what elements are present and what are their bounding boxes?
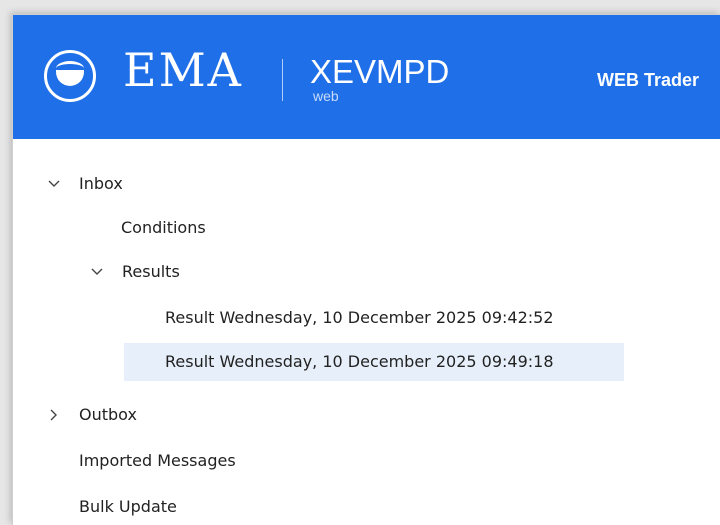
tree-node-label: Conditions [121,218,206,237]
product-subtitle: web [313,88,339,104]
tree-node-results[interactable]: Results [87,253,287,291]
ema-logo-icon[interactable] [44,50,96,102]
tree-node-conditions[interactable]: Conditions [121,209,321,247]
chevron-right-icon[interactable] [47,408,61,422]
tree-node-label: Outbox [79,405,137,424]
tree-node-label: Imported Messages [79,451,236,470]
tree-node-bulk-update[interactable]: Bulk Update [79,488,339,525]
tree-node-result-item[interactable]: Result Wednesday, 10 December 2025 09:49… [124,343,624,381]
app-header: EMA XEVMPD web WEB Trader [13,15,720,139]
tree-node-outbox[interactable]: Outbox [43,396,243,434]
brand-name: EMA [123,43,243,97]
tree-node-inbox[interactable]: Inbox [43,165,243,203]
tree-node-label: Bulk Update [79,497,177,516]
tree-node-label: Result Wednesday, 10 December 2025 09:49… [165,352,554,371]
tree-node-label: Result Wednesday, 10 December 2025 09:42… [165,308,554,327]
tree-node-label: Inbox [79,174,123,193]
product-name: XEVMPD [310,53,450,90]
chevron-down-icon[interactable] [47,177,61,191]
web-trader-link[interactable]: WEB Trader [597,70,699,91]
brand-divider [282,59,283,101]
tree-node-label: Results [122,262,180,281]
tree-node-imported-messages[interactable]: Imported Messages [79,442,339,480]
chevron-down-icon[interactable] [90,265,104,279]
navigation-tree: Inbox Conditions Results Result Wednesda… [13,139,720,525]
app-window: EMA XEVMPD web WEB Trader Inbox Conditio… [12,14,720,525]
tree-node-result-item[interactable]: Result Wednesday, 10 December 2025 09:42… [124,299,624,337]
